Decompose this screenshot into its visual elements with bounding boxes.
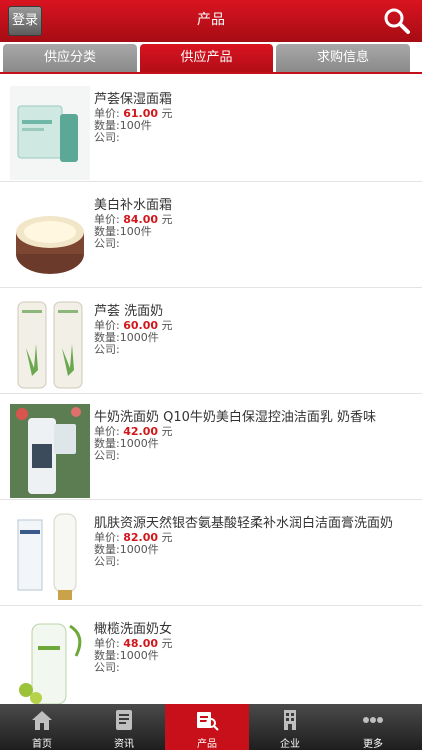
product-item[interactable]: 橄榄洗面奶女 单价: 48.00 元 数量:1000件 公司: (0, 606, 422, 704)
product-quantity: 100件 (119, 119, 152, 132)
product-quantity: 100件 (119, 225, 152, 238)
company-label: 公司: (94, 131, 120, 144)
product-quantity: 1000件 (119, 649, 159, 662)
home-icon (32, 711, 52, 730)
company-label: 公司: (94, 661, 120, 674)
company-label: 公司: (94, 343, 120, 356)
bottom-tab-bar: 首页 资讯 产品 企业 更多 (0, 704, 422, 750)
company-line: 公司: (94, 553, 120, 569)
tabbar-item-company[interactable]: 企业 (248, 704, 332, 750)
tabbar-label: 产品 (197, 739, 217, 750)
company-label: 公司: (94, 555, 120, 568)
company-label: 公司: (94, 449, 120, 462)
page-title: 产品 (197, 12, 225, 28)
tabbar-label: 资讯 (114, 739, 134, 750)
product-image (10, 616, 90, 704)
product-image (10, 404, 90, 498)
currency-label: 元 (161, 637, 173, 650)
category-tabs: 供应分类 供应产品 求购信息 (0, 42, 422, 74)
company-line: 公司: (94, 129, 120, 145)
header-bar: 登录 产品 (0, 0, 422, 42)
company-label: 公司: (94, 237, 120, 250)
tab-supply-category[interactable]: 供应分类 (3, 44, 137, 72)
product-item[interactable]: 美白补水面霜 单价: 84.00 元 数量:100件 公司: (0, 182, 422, 288)
product-quantity: 1000件 (119, 331, 159, 344)
currency-label: 元 (161, 319, 173, 332)
product-quantity: 1000件 (119, 437, 159, 450)
tab-purchase-info[interactable]: 求购信息 (276, 44, 410, 72)
company-line: 公司: (94, 341, 120, 357)
tabbar-item-home[interactable]: 首页 (0, 704, 84, 750)
product-list: 芦荟保湿面霜 单价: 61.00 元 数量:100件 公司: 美白补水面霜 单价… (0, 76, 422, 704)
currency-label: 元 (161, 531, 173, 544)
product-icon (197, 712, 219, 731)
tabbar-item-more[interactable]: 更多 (331, 704, 415, 750)
tabbar-label: 更多 (363, 739, 383, 750)
tabbar-item-products[interactable]: 产品 (165, 704, 249, 750)
more-icon (363, 717, 383, 723)
tabbar-label: 首页 (32, 739, 52, 750)
product-item[interactable]: 芦荟保湿面霜 单价: 61.00 元 数量:100件 公司: (0, 76, 422, 182)
currency-label: 元 (161, 425, 173, 438)
tabbar-label: 企业 (280, 739, 300, 750)
tab-supply-products[interactable]: 供应产品 (140, 44, 273, 72)
search-button[interactable] (382, 6, 412, 36)
search-icon (384, 8, 410, 34)
product-item[interactable]: 肌肤资源天然银杏氨基酸轻柔补水润白洁面膏洗面奶 单价: 82.00 元 数量:1… (0, 500, 422, 606)
product-image (10, 298, 90, 392)
currency-label: 元 (161, 107, 173, 120)
product-image (10, 510, 90, 604)
product-item[interactable]: 芦荟 洗面奶 单价: 60.00 元 数量:1000件 公司: (0, 288, 422, 394)
company-line: 公司: (94, 659, 120, 675)
tabbar-item-news[interactable]: 资讯 (82, 704, 166, 750)
company-line: 公司: (94, 447, 120, 463)
product-image (10, 86, 90, 180)
company-line: 公司: (94, 235, 120, 251)
product-quantity: 1000件 (119, 543, 159, 556)
product-image (10, 192, 90, 286)
currency-label: 元 (161, 213, 173, 226)
building-icon (284, 710, 296, 730)
product-item[interactable]: 牛奶洗面奶 Q10牛奶美白保湿控油洁面乳 奶香味 单价: 42.00 元 数量:… (0, 394, 422, 500)
news-icon (116, 710, 132, 730)
